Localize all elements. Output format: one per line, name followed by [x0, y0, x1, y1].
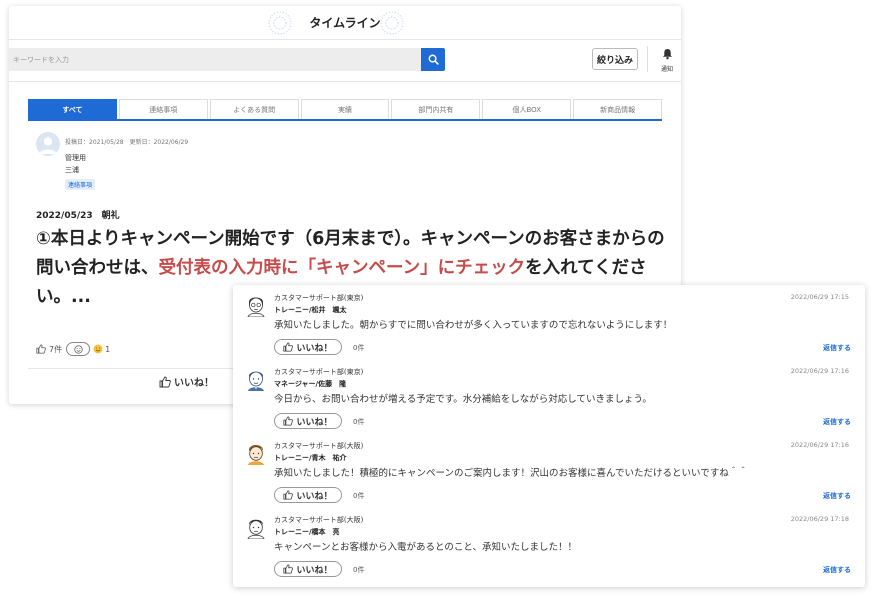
timeline-header: タイムライン — [9, 6, 681, 40]
post-title: 2022/05/23 朝礼 — [36, 211, 120, 221]
category-badge: 連絡事項 — [65, 179, 96, 190]
like-button[interactable]: いいね！ — [159, 374, 214, 389]
like-count: 7件 — [49, 344, 63, 354]
avatar-man-glasses-icon — [247, 297, 265, 317]
comment-author: トレーニー/青木 祐介 — [274, 454, 347, 462]
comment-like-count: 0件 — [353, 418, 365, 426]
thumbs-up-icon — [283, 342, 294, 352]
comment-like-label: いいね！ — [296, 343, 333, 354]
comment-timestamp: 2022/06/29 17:16 — [790, 367, 849, 375]
comment-like-button[interactable]: いいね！ — [274, 487, 342, 503]
post-author-role: 管理用 — [65, 154, 86, 162]
avatar-man-icon — [247, 519, 265, 539]
comment-timestamp: 2022/06/29 17:16 — [790, 441, 849, 449]
reply-button[interactable]: 返信する — [823, 417, 851, 427]
reply-button[interactable]: 返信する — [823, 565, 851, 575]
comment-text: 承知いたしました！積極的にキャンペーンのご案内します！沢山のお客様に喜んでいただ… — [274, 468, 748, 479]
tab-results[interactable]: 実績 — [300, 99, 390, 119]
comment-department: カスタマーサポート部(東京) — [274, 368, 364, 376]
comment-like-count: 0件 — [353, 492, 365, 500]
comment-item: カスタマーサポート部(東京) トレーニー/松井 颯太 2022/06/29 17… — [233, 285, 865, 359]
thumbs-up-icon — [36, 344, 46, 354]
notification-button[interactable]: 通知 — [657, 45, 677, 73]
comments-panel: カスタマーサポート部(東京) トレーニー/松井 颯太 2022/06/29 17… — [233, 285, 865, 587]
avatar-manager-icon — [248, 371, 264, 391]
comment-author: マネージャー/佐藤 隆 — [274, 380, 347, 388]
notification-label: 通知 — [660, 66, 673, 73]
avatar — [36, 132, 60, 156]
smiling-face-emoji-icon — [93, 344, 103, 354]
category-tabs: すべて 連絡事項 よくある質問 実績 部門内共有 個人BOX 新商品情報 — [28, 99, 663, 121]
comment-like-label: いいね！ — [296, 565, 333, 576]
bell-icon — [662, 48, 672, 60]
comment-author: トレーニー/松井 颯太 — [274, 306, 347, 314]
comment-text: 承知いたしました。朝からすでに問い合わせが多く入っていますので忘れないようにしま… — [274, 320, 673, 331]
comment-department: カスタマーサポート部(大阪) — [274, 442, 364, 450]
tab-faq[interactable]: よくある質問 — [209, 99, 299, 119]
comment-like-label: いいね！ — [296, 491, 333, 502]
search-button[interactable] — [421, 48, 445, 71]
comment-timestamp: 2022/06/29 17:18 — [790, 515, 849, 523]
tab-new-products[interactable]: 新商品情報 — [573, 99, 663, 119]
comment-text: キャンペーンとお客様から入電があるとのこと、承知いたしました！！ — [274, 542, 578, 553]
reply-button[interactable]: 返信する — [823, 343, 851, 353]
page-title: タイムライン — [309, 16, 381, 30]
comment-department: カスタマーサポート部(大阪) — [274, 516, 364, 524]
user-icon — [39, 137, 57, 154]
avatar-man-icon — [248, 445, 264, 465]
comment-like-button[interactable]: いいね！ — [274, 561, 342, 577]
comment-like-count: 0件 — [353, 566, 365, 574]
search-bar: キーワードを入力 絞り込み 通知 — [9, 40, 681, 82]
comment-item: カスタマーサポート部(東京) マネージャー/佐藤 隆 2022/06/29 17… — [233, 359, 865, 433]
smiley-icon — [73, 344, 83, 354]
comment-text: 今日から、お問い合わせが増える予定です。水分補給をしながら対応していきましょう。 — [274, 394, 652, 405]
post-body-highlight: 受付表の入力時に「キャンペーン」にチェック — [158, 258, 526, 278]
search-icon — [428, 54, 439, 65]
thumbs-up-icon — [159, 376, 171, 387]
reply-button[interactable]: 返信する — [823, 491, 851, 501]
filter-button[interactable]: 絞り込み — [592, 48, 638, 70]
like-button-label: いいね！ — [174, 378, 214, 389]
comment-department: カスタマーサポート部(東京) — [274, 294, 364, 302]
search-input[interactable]: キーワードを入力 — [9, 48, 421, 71]
add-reaction-button[interactable] — [66, 342, 91, 356]
post-dates: 投稿日：2021/05/28 更新日：2022/06/29 — [65, 139, 189, 146]
thumbs-up-icon — [283, 416, 294, 426]
comment-timestamp: 2022/06/29 17:15 — [790, 293, 849, 301]
firework-decoration-icon — [380, 11, 404, 35]
comment-author: トレーニー/橋本 亮 — [274, 528, 340, 536]
firework-decoration-icon — [268, 11, 292, 35]
reaction-summary: 7件 1 — [36, 342, 110, 356]
comment-like-count: 0件 — [353, 344, 365, 352]
thumbs-up-icon — [283, 564, 294, 574]
comment-like-label: いいね！ — [296, 417, 333, 428]
comment-item: カスタマーサポート部(大阪) トレーニー/青木 祐介 2022/06/29 17… — [233, 433, 865, 507]
divider — [647, 46, 648, 72]
tab-all[interactable]: すべて — [28, 99, 117, 119]
tab-notices[interactable]: 連絡事項 — [118, 99, 208, 119]
comment-like-button[interactable]: いいね！ — [274, 413, 342, 429]
tab-department-share[interactable]: 部門内共有 — [391, 99, 481, 119]
tab-personal-box[interactable]: 個人BOX — [482, 99, 572, 119]
comment-item: カスタマーサポート部(大阪) トレーニー/橋本 亮 2022/06/29 17:… — [233, 507, 865, 581]
thumbs-up-icon — [283, 490, 294, 500]
post-author-name: 三浦 — [65, 166, 79, 174]
comment-like-button[interactable]: いいね！ — [274, 339, 342, 355]
reaction-count: 1 — [105, 344, 111, 354]
